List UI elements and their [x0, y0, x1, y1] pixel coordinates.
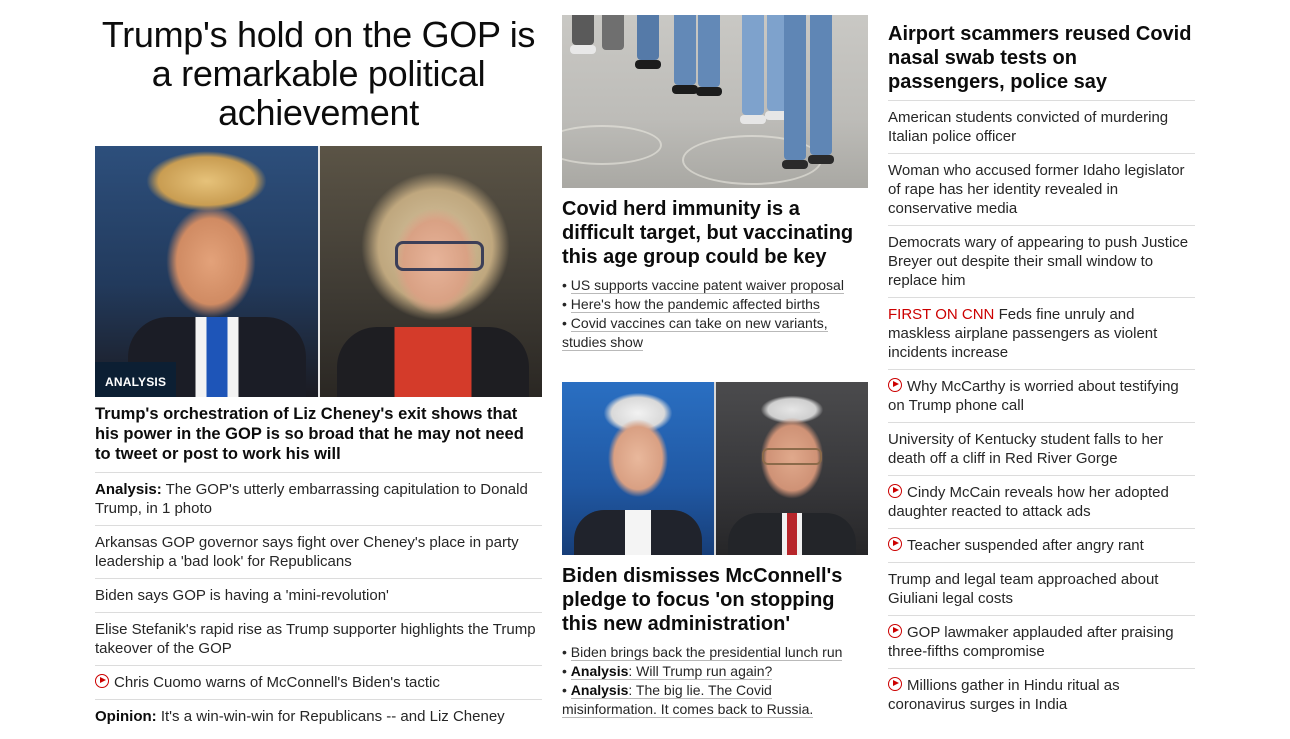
- play-circle-icon: [888, 624, 902, 638]
- right-column: Airport scammers reused Covid nasal swab…: [888, 0, 1195, 721]
- related-links: • Biden brings back the presidential lun…: [562, 643, 868, 719]
- mcconnell-photo: [716, 382, 868, 555]
- related-link[interactable]: • Here's how the pandemic affected birth…: [562, 295, 868, 314]
- item-prefix: Analysis:: [95, 481, 162, 498]
- play-circle-icon: [888, 378, 902, 392]
- related-link[interactable]: • Analysis: Will Trump run again?: [562, 662, 868, 681]
- related-link[interactable]: • US supports vaccine patent waiver prop…: [562, 276, 868, 295]
- list-item[interactable]: Biden says GOP is having a 'mini-revolut…: [95, 579, 542, 613]
- biden-mcconnell-photo[interactable]: [562, 382, 868, 555]
- item-text: Biden says GOP is having a 'mini-revolut…: [95, 587, 389, 604]
- list-item[interactable]: Teacher suspended after angry rant: [888, 529, 1195, 563]
- list-item[interactable]: Chris Cuomo warns of McConnell's Biden's…: [95, 666, 542, 700]
- list-item[interactable]: Analysis: The GOP's utterly embarrassing…: [95, 473, 542, 526]
- hero-headline[interactable]: Trump's orchestration of Liz Cheney's ex…: [95, 404, 542, 473]
- crowd-legs-photo[interactable]: [562, 15, 868, 188]
- related-links: • US supports vaccine patent waiver prop…: [562, 276, 868, 352]
- middle-column: Covid herd immunity is a difficult targe…: [562, 0, 868, 719]
- item-text: Arkansas GOP governor says fight over Ch…: [95, 534, 519, 570]
- cheney-photo: [319, 146, 542, 397]
- related-link[interactable]: • Covid vaccines can take on new variant…: [562, 314, 868, 352]
- list-item[interactable]: Cindy McCain reveals how her adopted dau…: [888, 476, 1195, 529]
- first-on-cnn-label: FIRST ON CNN: [888, 306, 995, 323]
- play-circle-icon: [95, 674, 109, 688]
- list-item[interactable]: Why McCarthy is worried about testifying…: [888, 370, 1195, 423]
- list-item[interactable]: University of Kentucky student falls to …: [888, 423, 1195, 476]
- list-item[interactable]: Elise Stefanik's rapid rise as Trump sup…: [95, 613, 542, 666]
- story-headline[interactable]: Covid herd immunity is a difficult targe…: [562, 197, 868, 269]
- item-text: Chris Cuomo warns of McConnell's Biden's…: [114, 674, 440, 691]
- story-headline[interactable]: Airport scammers reused Covid nasal swab…: [888, 22, 1195, 101]
- list-item[interactable]: Trump and legal team approached about Gi…: [888, 563, 1195, 616]
- related-link[interactable]: • Biden brings back the presidential lun…: [562, 643, 868, 662]
- list-item[interactable]: GOP lawmaker applauded after praising th…: [888, 616, 1195, 669]
- list-item[interactable]: Arkansas GOP governor says fight over Ch…: [95, 526, 542, 579]
- item-text: Elise Stefanik's rapid rise as Trump sup…: [95, 621, 536, 657]
- hero-image[interactable]: ANALYSIS: [95, 146, 542, 397]
- list-item[interactable]: Democrats wary of appearing to push Just…: [888, 226, 1195, 298]
- biden-photo: [562, 382, 714, 555]
- list-item[interactable]: Woman who accused former Idaho legislato…: [888, 154, 1195, 226]
- play-circle-icon: [888, 677, 902, 691]
- main-headline[interactable]: Trump's hold on the GOP is a remarkable …: [95, 15, 542, 132]
- related-link[interactable]: • Analysis: The big lie. The Covid misin…: [562, 681, 868, 719]
- analysis-badge: ANALYSIS: [95, 362, 177, 397]
- story-headline[interactable]: Biden dismisses McConnell's pledge to fo…: [562, 564, 868, 636]
- trump-photo: [95, 146, 318, 397]
- list-item[interactable]: FIRST ON CNN Feds fine unruly and maskle…: [888, 298, 1195, 370]
- list-item[interactable]: American students convicted of murdering…: [888, 101, 1195, 154]
- play-circle-icon: [888, 484, 902, 498]
- list-item[interactable]: Millions gather in Hindu ritual as coron…: [888, 669, 1195, 721]
- item-text: It's a win-win-win for Republicans -- an…: [156, 708, 505, 725]
- play-circle-icon: [888, 537, 902, 551]
- left-column: Trump's hold on the GOP is a remarkable …: [95, 0, 542, 733]
- list-item[interactable]: Opinion: It's a win-win-win for Republic…: [95, 700, 542, 733]
- item-prefix: Opinion:: [95, 708, 157, 725]
